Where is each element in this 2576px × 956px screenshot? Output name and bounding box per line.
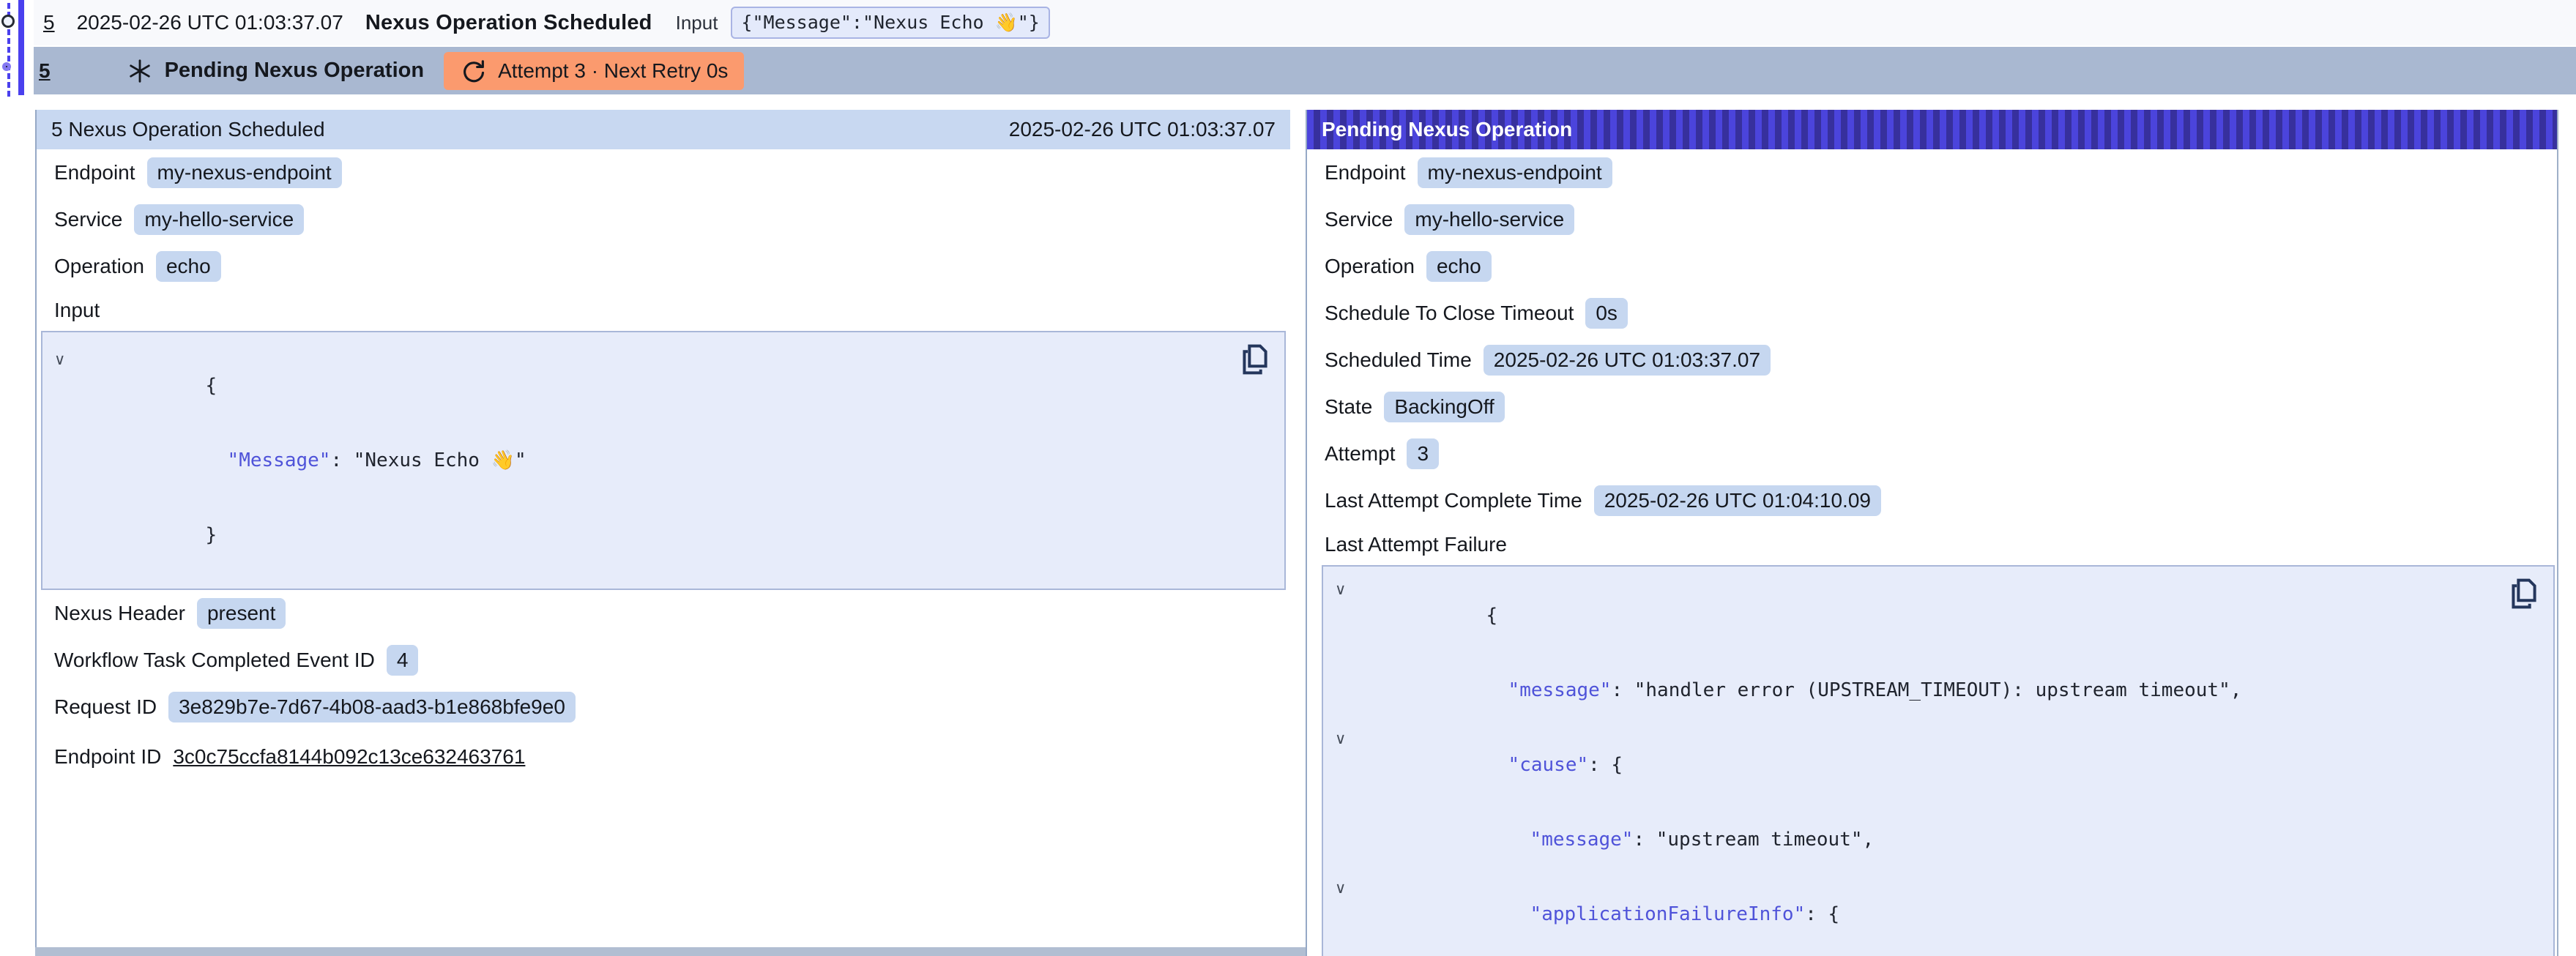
field-label: Request ID <box>54 695 157 719</box>
field-label: Schedule To Close Timeout <box>1325 302 1574 325</box>
pending-panel-title: Pending Nexus Operation <box>1322 118 1572 141</box>
event-row-nexus-operation-scheduled[interactable]: 5 2025-02-26 UTC 01:03:37.07 Nexus Opera… <box>34 0 2576 45</box>
field-label: Operation <box>54 255 144 278</box>
field-row-endpoint: Endpoint my-nexus-endpoint <box>1325 149 2557 196</box>
last-attempt-failure-label: Last Attempt Failure <box>1325 524 2557 565</box>
attempt-retry-text: Attempt 3 · Next Retry 0s <box>498 59 728 83</box>
field-value-badge: 2025-02-26 UTC 01:03:37.07 <box>1484 345 1771 376</box>
field-label: Workflow Task Completed Event ID <box>54 649 375 672</box>
field-value-badge: 2025-02-26 UTC 01:04:10.09 <box>1594 485 1881 516</box>
json-line: "Message": "Nexus Echo 👋" <box>42 423 1284 498</box>
field-label: Attempt <box>1325 442 1395 466</box>
field-row-schedule-to-close-timeout: Schedule To Close Timeout 0s <box>1325 290 2557 337</box>
field-label: State <box>1325 395 1372 419</box>
attempt-retry-badge: Attempt 3 · Next Retry 0s <box>444 52 744 90</box>
field-value-badge: my-hello-service <box>134 204 304 235</box>
field-label: Nexus Header <box>54 602 185 625</box>
collapse-chevron-icon[interactable]: ∨ <box>1335 577 1346 602</box>
input-section-label: Input <box>54 290 1290 331</box>
copy-icon <box>2509 577 2539 610</box>
field-row-endpoint-id: Endpoint ID 3c0c75ccfa8144b092c13ce63246… <box>54 731 1290 783</box>
event-history-detail-screen: 5 2025-02-26 UTC 01:03:37.07 Nexus Opera… <box>0 0 2576 956</box>
field-row-state: State BackingOff <box>1325 384 2557 430</box>
field-label: Endpoint <box>1325 161 1406 184</box>
next-row-edge-band <box>35 947 1306 956</box>
event-input-label: Input <box>676 12 718 34</box>
scheduled-panel-timestamp: 2025-02-26 UTC 01:03:37.07 <box>1009 118 1276 141</box>
failure-json-viewer: ∨{ "message": "handler error (UPSTREAM_T… <box>1322 565 2555 956</box>
field-value-badge: BackingOff <box>1384 392 1504 422</box>
field-value-badge: 3 <box>1407 438 1439 469</box>
event-timestamp: 2025-02-26 UTC 01:03:37.07 <box>77 11 343 34</box>
retry-icon <box>460 58 486 84</box>
field-value-badge: 4 <box>387 645 419 676</box>
json-line: "type": "NexusFailure" <box>1323 952 2553 956</box>
json-line: ∨{ <box>1323 578 2553 653</box>
copy-icon <box>1240 343 1270 376</box>
field-value-badge: my-nexus-endpoint <box>147 157 342 188</box>
field-row-scheduled-time: Scheduled Time 2025-02-26 UTC 01:03:37.0… <box>1325 337 2557 384</box>
json-line: ∨{ <box>42 348 1284 423</box>
pending-title: Pending Nexus Operation <box>165 59 425 83</box>
json-line: "message": "handler error (UPSTREAM_TIME… <box>1323 653 2553 728</box>
field-row-last-attempt-complete-time: Last Attempt Complete Time 2025-02-26 UT… <box>1325 477 2557 524</box>
field-value-badge: present <box>197 598 286 629</box>
pending-asterisk-icon <box>127 58 153 84</box>
event-id-link[interactable]: 5 <box>43 11 55 34</box>
timeline-event-dot-active <box>2 62 11 71</box>
event-input-preview-chip: {"Message":"Nexus Echo 👋"} <box>731 7 1049 39</box>
pending-event-id-link[interactable]: 5 <box>39 59 51 83</box>
endpoint-id-link[interactable]: 3c0c75ccfa8144b092c13ce632463761 <box>173 745 525 769</box>
scheduled-panel-header: 5 Nexus Operation Scheduled 2025-02-26 U… <box>37 110 1290 149</box>
field-label: Service <box>54 208 122 231</box>
field-label: Endpoint <box>54 161 135 184</box>
field-value-badge: echo <box>156 251 221 282</box>
field-value-badge: my-nexus-endpoint <box>1418 157 1612 188</box>
json-line: "message": "upstream timeout", <box>1323 802 2553 877</box>
pending-nexus-operation-panel: Pending Nexus Operation Endpoint my-nexu… <box>1306 110 2558 956</box>
field-label: Service <box>1325 208 1393 231</box>
field-value-badge: my-hello-service <box>1404 204 1574 235</box>
json-line: ∨"cause": { <box>1323 728 2553 802</box>
collapse-chevron-icon[interactable]: ∨ <box>1335 726 1346 751</box>
field-label: Operation <box>1325 255 1415 278</box>
timeline-event-dot-hollow <box>1 15 15 28</box>
field-row-attempt: Attempt 3 <box>1325 430 2557 477</box>
field-row-operation: Operation echo <box>54 243 1290 290</box>
field-row-nexus-header: Nexus Header present <box>54 590 1290 637</box>
field-value-badge: 0s <box>1585 298 1628 329</box>
copy-button[interactable] <box>2509 577 2539 610</box>
scheduled-panel-title: 5 Nexus Operation Scheduled <box>51 118 325 141</box>
selected-event-indicator-bar <box>18 0 24 95</box>
copy-button[interactable] <box>1240 343 1270 376</box>
field-label: Scheduled Time <box>1325 348 1472 372</box>
field-value-badge: 3e829b7e-7d67-4b08-aad3-b1e868bfe9e0 <box>168 692 576 722</box>
field-label: Endpoint ID <box>54 745 161 769</box>
event-title: Nexus Operation Scheduled <box>365 11 652 35</box>
json-line: ∨"applicationFailureInfo": { <box>1323 877 2553 952</box>
field-row-endpoint: Endpoint my-nexus-endpoint <box>54 149 1290 196</box>
field-row-request-id: Request ID 3e829b7e-7d67-4b08-aad3-b1e86… <box>54 684 1290 731</box>
field-value-badge: echo <box>1426 251 1492 282</box>
pending-panel-header: Pending Nexus Operation <box>1307 110 2557 149</box>
nexus-operation-scheduled-panel: 5 Nexus Operation Scheduled 2025-02-26 U… <box>35 110 1290 956</box>
field-label: Last Attempt Complete Time <box>1325 489 1582 512</box>
pending-nexus-operation-row[interactable]: 5 Pending Nexus Operation Attempt 3 · Ne… <box>34 47 2576 94</box>
field-row-service: Service my-hello-service <box>1325 196 2557 243</box>
input-json-viewer: ∨{ "Message": "Nexus Echo 👋" } <box>41 331 1286 590</box>
collapse-chevron-icon[interactable]: ∨ <box>1335 875 1346 900</box>
collapse-chevron-icon[interactable]: ∨ <box>54 347 65 372</box>
field-row-service: Service my-hello-service <box>54 196 1290 243</box>
field-row-workflow-task-completed-event-id: Workflow Task Completed Event ID 4 <box>54 637 1290 684</box>
json-line: } <box>42 498 1284 572</box>
field-row-operation: Operation echo <box>1325 243 2557 290</box>
